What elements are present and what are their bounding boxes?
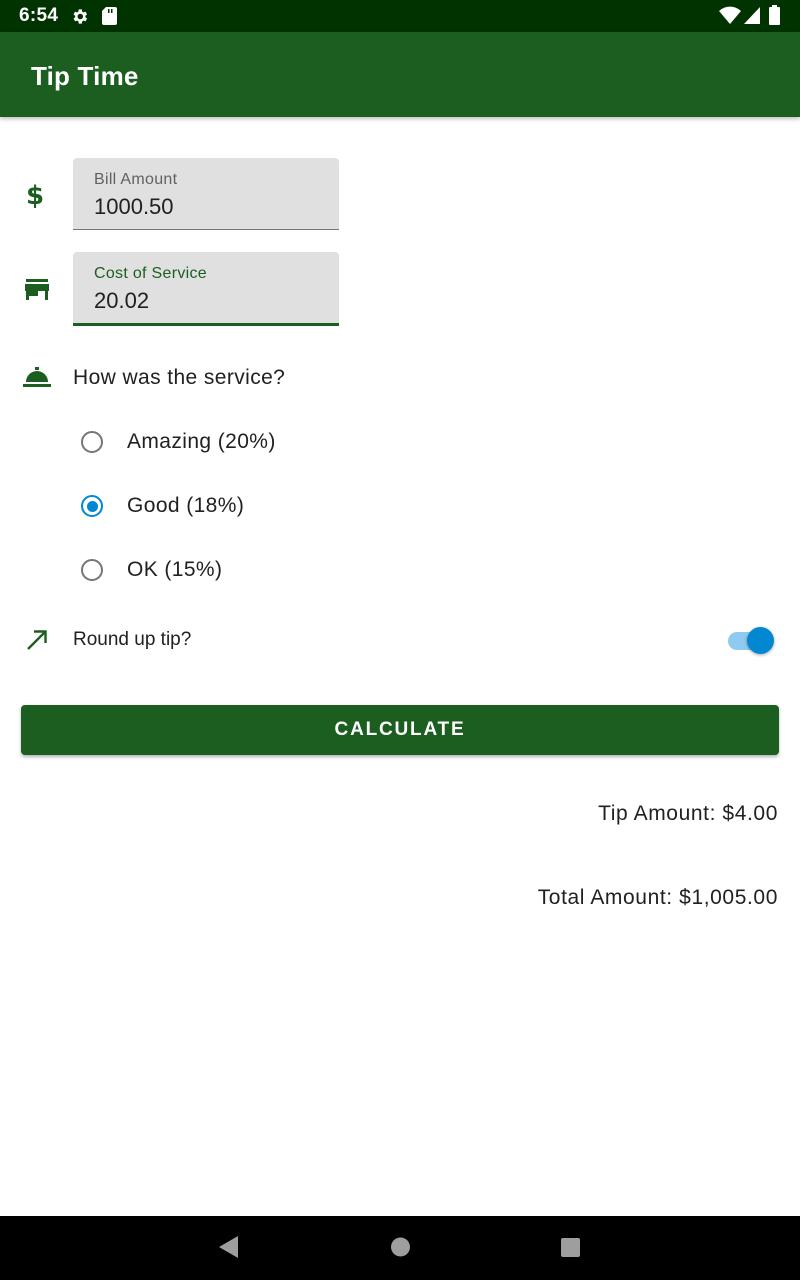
- navigation-bar: [0, 1216, 800, 1280]
- trending-up-icon: [25, 628, 49, 657]
- radio-button-checked[interactable]: [81, 495, 103, 517]
- cost-of-service-field[interactable]: Cost of Service: [73, 252, 339, 326]
- recents-icon[interactable]: [560, 1236, 581, 1263]
- svg-text:$: $: [26, 181, 44, 210]
- status-bar: 6:54: [0, 0, 800, 32]
- bill-amount-field[interactable]: Bill Amount: [73, 158, 339, 230]
- home-icon[interactable]: [390, 1236, 411, 1263]
- service-question: How was the service?: [73, 366, 286, 389]
- calculate-button[interactable]: CALCULATE: [21, 705, 779, 755]
- tip-amount-text: Tip Amount: $4.00: [598, 802, 778, 825]
- bill-amount-input[interactable]: [94, 194, 314, 220]
- cost-of-service-input[interactable]: [94, 288, 314, 314]
- status-time: 6:54: [19, 5, 59, 26]
- store-icon: [24, 279, 50, 306]
- cost-of-service-label: Cost of Service: [94, 265, 207, 282]
- gear-icon: [70, 7, 89, 31]
- room-service-icon: [23, 367, 51, 394]
- bill-amount-label: Bill Amount: [94, 171, 178, 188]
- app-bar: Tip Time: [0, 32, 800, 117]
- radio-label: OK (15%): [127, 558, 223, 581]
- back-icon[interactable]: [219, 1236, 239, 1263]
- wifi-icon: [719, 6, 741, 29]
- signal-icon: [744, 7, 760, 29]
- total-amount-text: Total Amount: $1,005.00: [537, 886, 778, 909]
- sd-card-icon: [102, 7, 117, 30]
- dollar-icon: $: [25, 180, 47, 215]
- app-title: Tip Time: [31, 61, 139, 91]
- radio-label: Amazing (20%): [127, 430, 276, 453]
- battery-icon: [769, 5, 780, 30]
- radio-good[interactable]: Good (18%): [78, 488, 378, 528]
- radio-dot: [87, 501, 98, 512]
- round-up-label: Round up tip?: [73, 629, 192, 650]
- radio-amazing[interactable]: Amazing (20%): [78, 424, 378, 464]
- radio-ok[interactable]: OK (15%): [78, 552, 378, 592]
- radio-label: Good (18%): [127, 494, 245, 517]
- radio-button[interactable]: [81, 431, 103, 453]
- switch-thumb[interactable]: [747, 627, 774, 654]
- radio-button[interactable]: [81, 559, 103, 581]
- round-up-switch[interactable]: [726, 624, 776, 656]
